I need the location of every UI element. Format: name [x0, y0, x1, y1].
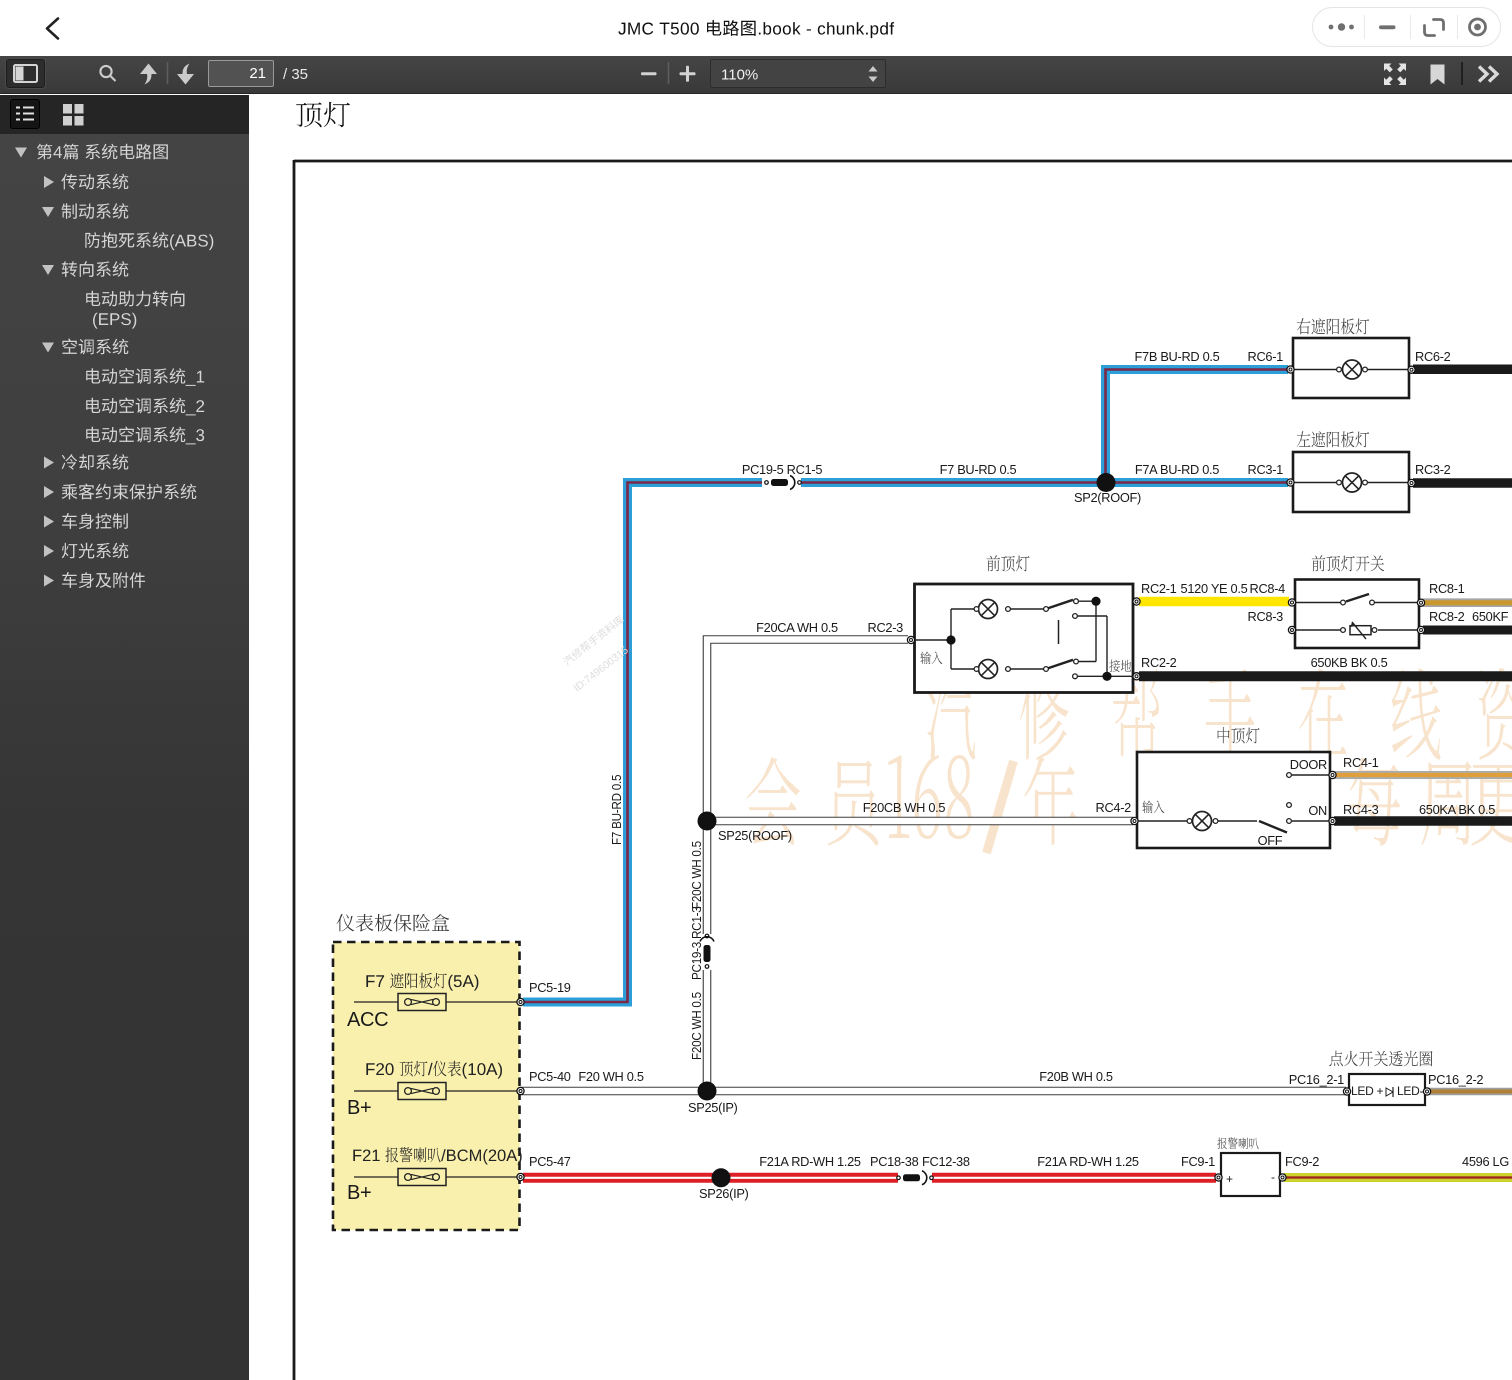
svg-text:FC9-1: FC9-1	[1181, 1154, 1215, 1169]
svg-text:RC4-2: RC4-2	[1096, 800, 1132, 815]
svg-text:PC19-3 RC1-3: PC19-3 RC1-3	[689, 906, 704, 980]
svg-text:B+: B+	[347, 1097, 371, 1119]
svg-text:DOOR: DOOR	[1290, 757, 1327, 772]
svg-text:F7 BU-RD 0.5: F7 BU-RD 0.5	[609, 774, 624, 845]
svg-text:F20C WH 0.5: F20C WH 0.5	[689, 992, 704, 1060]
svg-text:ON: ON	[1308, 803, 1327, 818]
svg-text:F21A RD-WH 1.25: F21A RD-WH 1.25	[1037, 1154, 1139, 1169]
svg-text:PC18-38: PC18-38	[870, 1154, 919, 1169]
svg-text:110%: 110%	[721, 67, 758, 84]
svg-text:FC12-38: FC12-38	[922, 1154, 970, 1169]
svg-text:F20CB WH 0.5: F20CB WH 0.5	[863, 800, 946, 815]
svg-text:4596 LG: 4596 LG	[1462, 1154, 1509, 1169]
svg-text:RC4-1: RC4-1	[1343, 755, 1379, 770]
svg-text:PC5-47: PC5-47	[529, 1154, 571, 1169]
svg-text:/ 35: / 35	[283, 66, 308, 83]
svg-text:PC16_2-1: PC16_2-1	[1289, 1072, 1344, 1087]
svg-text:RC8-2: RC8-2	[1429, 609, 1465, 624]
svg-text:PC5-19: PC5-19	[529, 980, 571, 995]
svg-text:FC9-2: FC9-2	[1285, 1154, 1319, 1169]
svg-text:PC5-40: PC5-40	[529, 1069, 571, 1084]
svg-text:ACC: ACC	[347, 1009, 388, 1031]
svg-text:F20CA WH 0.5: F20CA WH 0.5	[756, 620, 838, 635]
svg-text:RC6-1: RC6-1	[1248, 349, 1284, 364]
svg-text:F20B WH 0.5: F20B WH 0.5	[1039, 1069, 1113, 1084]
svg-text:650KB BK 0.5: 650KB BK 0.5	[1311, 655, 1388, 670]
svg-text:650KA BK 0.5: 650KA BK 0.5	[1419, 802, 1495, 817]
svg-text:F20 WH 0.5: F20 WH 0.5	[578, 1069, 643, 1084]
svg-text:F7 BU-RD 0.5: F7 BU-RD 0.5	[940, 462, 1017, 477]
svg-text:PC16_2-2: PC16_2-2	[1428, 1072, 1483, 1087]
svg-text:-: -	[1271, 1170, 1275, 1184]
svg-text:RC3-1: RC3-1	[1248, 462, 1284, 477]
svg-text:RC8-1: RC8-1	[1429, 581, 1465, 596]
svg-text:SP26(IP): SP26(IP)	[699, 1186, 749, 1201]
svg-text:+: +	[1226, 1172, 1233, 1186]
svg-text:RC2-2: RC2-2	[1141, 655, 1177, 670]
svg-text:SP25(ROOF): SP25(ROOF)	[718, 828, 792, 843]
svg-text:LED-: LED-	[1397, 1084, 1423, 1098]
svg-text:RC3-2: RC3-2	[1415, 462, 1451, 477]
svg-text:RC8-3: RC8-3	[1248, 609, 1284, 624]
svg-text:5120 YE 0.5: 5120 YE 0.5	[1181, 581, 1248, 596]
svg-text:F7B BU-RD 0.5: F7B BU-RD 0.5	[1135, 349, 1220, 364]
svg-text:SP25(IP): SP25(IP)	[688, 1100, 738, 1115]
svg-text:650KF BK 0.5: 650KF BK 0.5	[1472, 609, 1512, 624]
svg-text:OFF: OFF	[1258, 833, 1283, 848]
svg-text:RC2-3: RC2-3	[868, 620, 904, 635]
svg-text:F21A RD-WH 1.25: F21A RD-WH 1.25	[759, 1154, 861, 1169]
svg-text:B+: B+	[347, 1182, 371, 1204]
svg-text:RC4-3: RC4-3	[1343, 802, 1379, 817]
svg-text:F20C WH 0.5: F20C WH 0.5	[689, 841, 704, 909]
svg-text:RC2-1: RC2-1	[1141, 581, 1177, 596]
svg-text:PC19-5 RC1-5: PC19-5 RC1-5	[742, 462, 823, 477]
svg-text:F7A BU-RD 0.5: F7A BU-RD 0.5	[1135, 462, 1219, 477]
svg-text:SP2(ROOF): SP2(ROOF)	[1074, 490, 1141, 505]
svg-text:RC8-4: RC8-4	[1250, 581, 1286, 596]
svg-text:LED +: LED +	[1351, 1084, 1383, 1098]
svg-text:RC6-2: RC6-2	[1415, 349, 1451, 364]
